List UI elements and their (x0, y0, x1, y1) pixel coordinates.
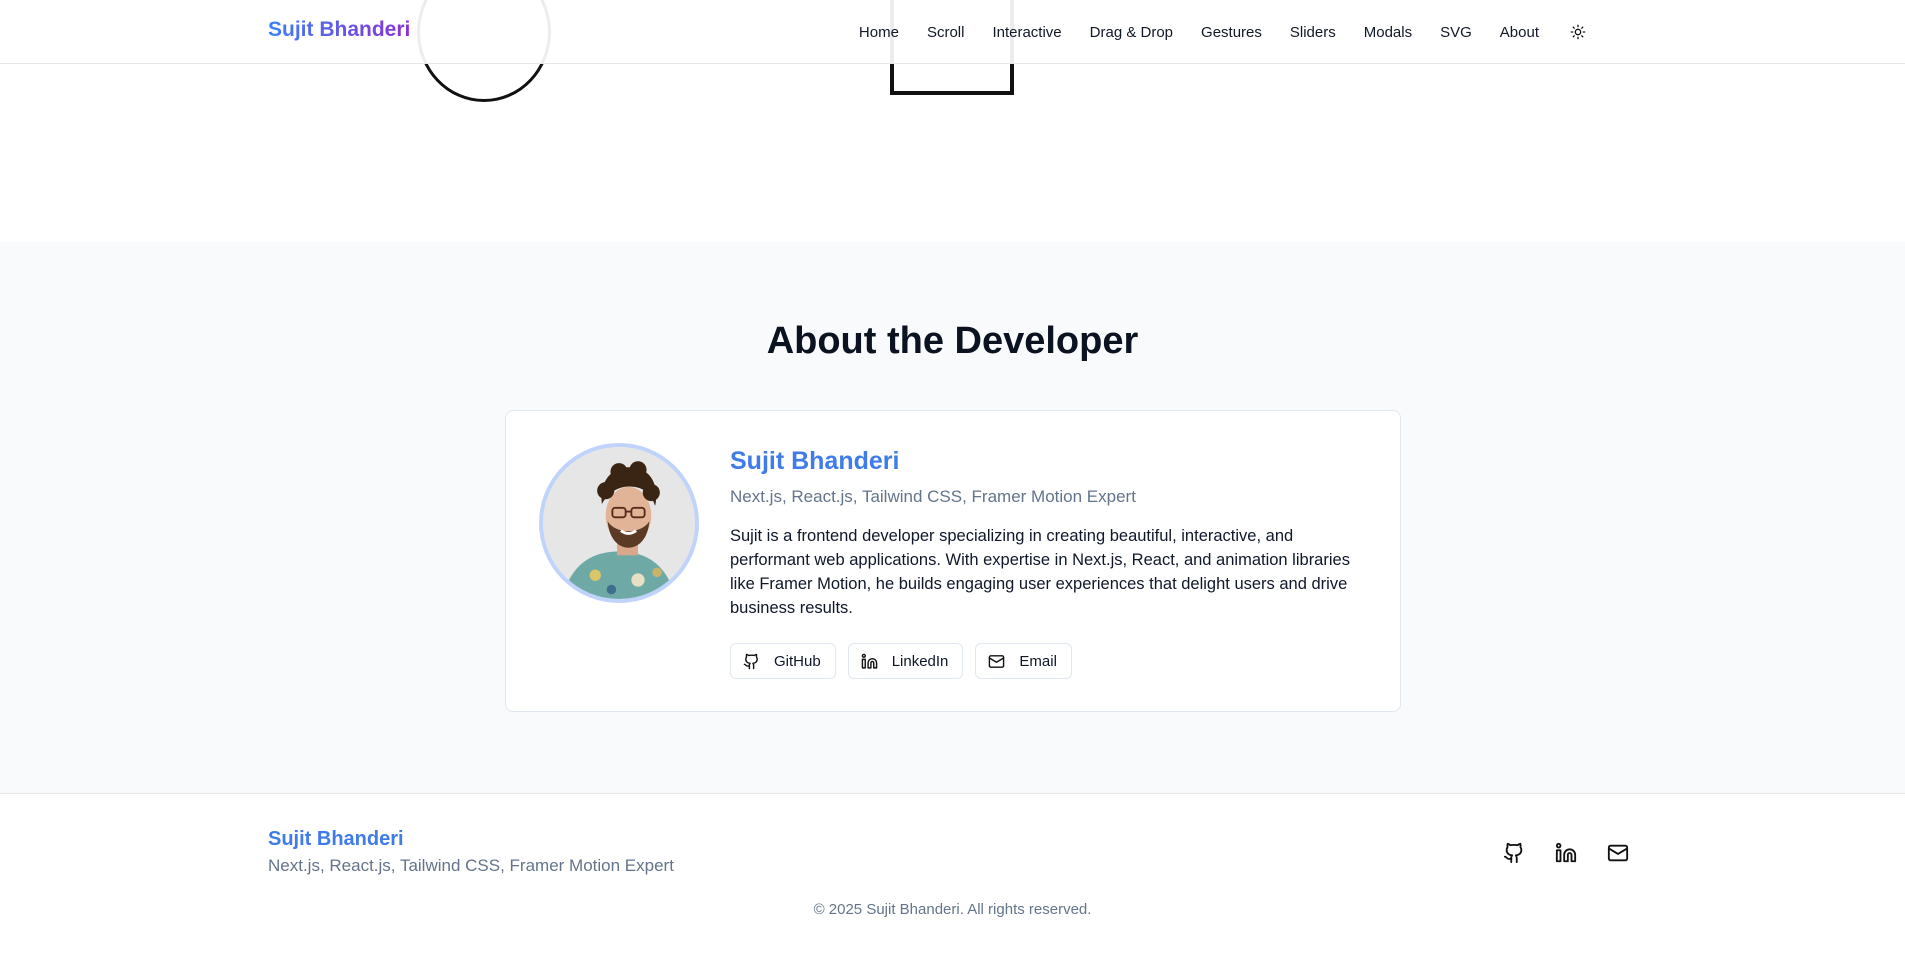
about-title: About the Developer (766, 320, 1139, 362)
developer-subtitle: Next.js, React.js, Tailwind CSS, Framer … (730, 487, 1136, 506)
site-header: Sujit Bhanderi Home Scroll Interactive D… (0, 0, 1905, 64)
nav-modals[interactable]: Modals (1364, 24, 1412, 41)
mail-icon (1607, 844, 1629, 862)
footer-subtitle: Next.js, React.js, Tailwind CSS, Framer … (268, 856, 674, 875)
nav-drag-drop[interactable]: Drag & Drop (1090, 24, 1173, 41)
copyright: © 2025 Sujit Bhanderi. All rights reserv… (813, 901, 1092, 918)
nav-sliders[interactable]: Sliders (1290, 24, 1336, 41)
nav-interactive[interactable]: Interactive (992, 24, 1061, 41)
mail-icon (989, 654, 1005, 668)
developer-name: Sujit Bhanderi (730, 447, 900, 475)
nav-svg[interactable]: SVG (1440, 24, 1472, 41)
linkedin-label: LinkedIn (891, 652, 949, 670)
nav-gestures[interactable]: Gestures (1201, 24, 1262, 41)
linkedin-icon (861, 653, 877, 669)
site-footer: Sujit Bhanderi Next.js, React.js, Tailwi… (0, 793, 1905, 953)
footer-email-link[interactable] (1607, 842, 1629, 864)
email-label: Email (1019, 652, 1057, 670)
nav-scroll[interactable]: Scroll (927, 24, 965, 41)
email-button[interactable]: Email (975, 643, 1072, 679)
nav-about[interactable]: About (1500, 24, 1539, 41)
about-section: About the Developer Sujit Bhanderi Next.… (0, 242, 1905, 793)
linkedin-icon (1555, 842, 1577, 863)
sun-icon (1570, 24, 1586, 40)
github-label: GitHub (774, 652, 821, 670)
footer-github-link[interactable] (1503, 842, 1525, 864)
main-nav: Home Scroll Interactive Drag & Drop Gest… (859, 0, 1589, 64)
brand-logo[interactable]: Sujit Bhanderi (268, 18, 410, 42)
github-icon (1503, 842, 1523, 864)
developer-card: Sujit Bhanderi Next.js, React.js, Tailwi… (505, 410, 1401, 712)
developer-bio: Sujit is a frontend developer specializi… (730, 527, 1350, 617)
github-icon (743, 653, 758, 669)
linkedin-button[interactable]: LinkedIn (847, 643, 964, 679)
theme-toggle-button[interactable] (1567, 21, 1589, 43)
footer-linkedin-link[interactable] (1555, 842, 1577, 864)
avatar-photo (543, 447, 695, 599)
social-links: GitHub LinkedIn Email (730, 643, 1072, 679)
footer-social-icons (1503, 842, 1629, 864)
footer-name: Sujit Bhanderi (268, 828, 404, 850)
avatar (539, 443, 699, 603)
nav-home[interactable]: Home (859, 24, 899, 41)
github-button[interactable]: GitHub (730, 643, 836, 679)
